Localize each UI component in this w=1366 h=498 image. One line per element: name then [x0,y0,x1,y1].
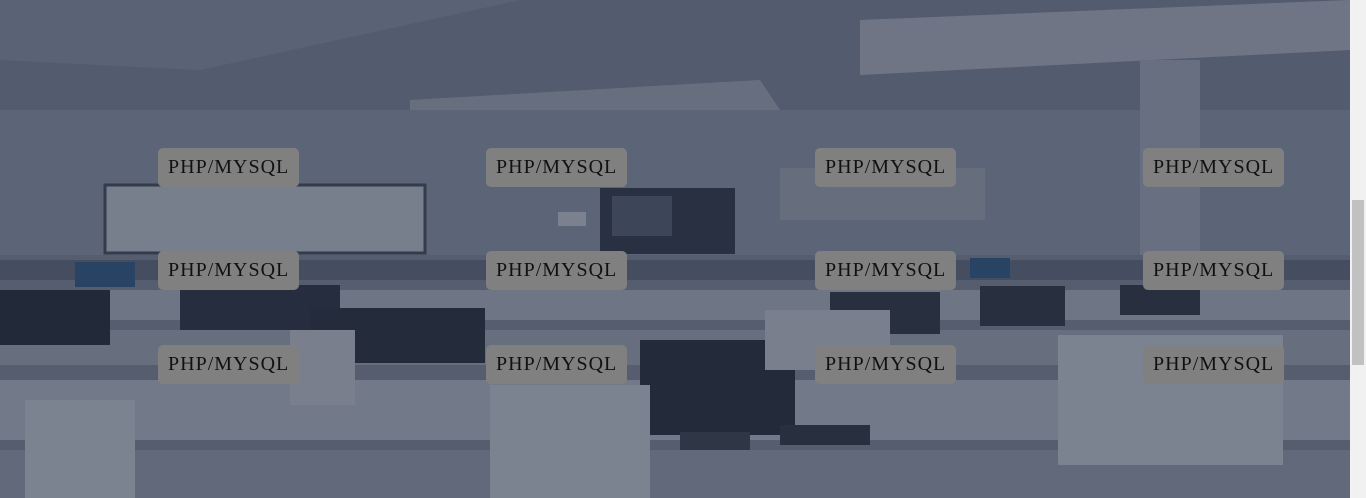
tag-php-mysql[interactable]: PHP/MYSQL [815,345,957,384]
tag-php-mysql[interactable]: PHP/MYSQL [486,251,628,290]
tag-grid: PHP/MYSQL PHP/MYSQL PHP/MYSQL PHP/MYSQL … [0,0,1350,498]
tag-php-mysql[interactable]: PHP/MYSQL [1143,148,1285,187]
tag-php-mysql[interactable]: PHP/MYSQL [1143,345,1285,384]
tag-php-mysql[interactable]: PHP/MYSQL [1143,251,1285,290]
tag-php-mysql[interactable]: PHP/MYSQL [815,148,957,187]
tag-php-mysql[interactable]: PHP/MYSQL [815,251,957,290]
tag-php-mysql[interactable]: PHP/MYSQL [158,148,300,187]
scrollbar-thumb[interactable] [1352,200,1364,365]
tag-php-mysql[interactable]: PHP/MYSQL [486,148,628,187]
tag-php-mysql[interactable]: PHP/MYSQL [486,345,628,384]
page: PHP/MYSQL PHP/MYSQL PHP/MYSQL PHP/MYSQL … [0,0,1366,498]
tag-php-mysql[interactable]: PHP/MYSQL [158,251,300,290]
vertical-scrollbar[interactable] [1350,0,1366,498]
tag-php-mysql[interactable]: PHP/MYSQL [158,345,300,384]
